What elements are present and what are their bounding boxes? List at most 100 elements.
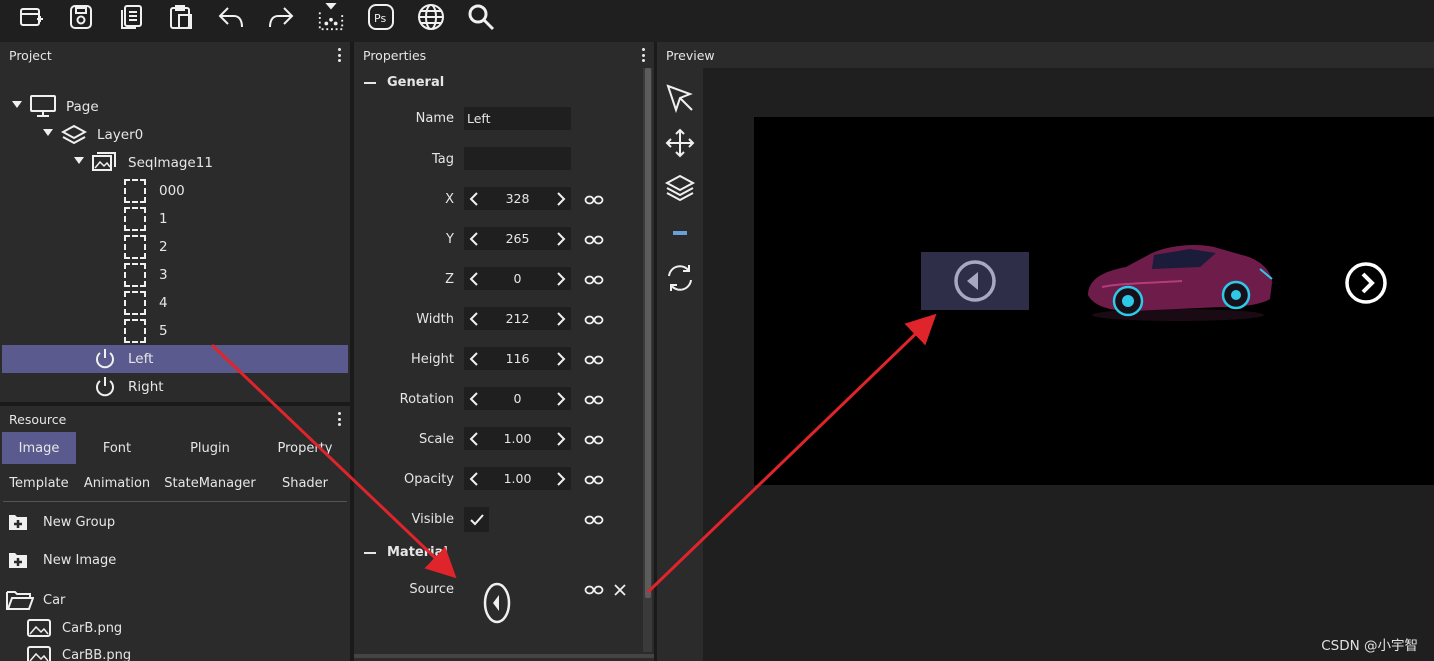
- increment-icon[interactable]: [551, 347, 571, 370]
- select-icon[interactable]: [663, 81, 697, 115]
- project-menu-icon[interactable]: [338, 48, 342, 62]
- decrement-icon[interactable]: [464, 467, 484, 490]
- link-icon[interactable]: [584, 584, 604, 596]
- tab-image[interactable]: Image: [2, 432, 76, 464]
- properties-scrollbar-thumb[interactable]: [645, 68, 651, 598]
- rotation-value[interactable]: 0: [484, 391, 551, 406]
- link-icon[interactable]: [584, 274, 604, 286]
- properties-hscrollbar[interactable]: [354, 654, 654, 658]
- tree-item-right[interactable]: Right: [0, 373, 350, 401]
- decrement-icon[interactable]: [464, 387, 484, 410]
- tab-template[interactable]: Template: [2, 467, 76, 499]
- properties-menu-icon[interactable]: [642, 48, 646, 62]
- expand-arrow-icon[interactable]: [74, 157, 84, 164]
- visible-checkbox[interactable]: [464, 507, 489, 532]
- web-icon[interactable]: [416, 2, 446, 32]
- increment-icon[interactable]: [551, 307, 571, 330]
- redo-icon[interactable]: [264, 2, 298, 32]
- decrement-icon[interactable]: [464, 227, 484, 250]
- scale-value[interactable]: 1.00: [484, 431, 551, 446]
- link-icon[interactable]: [584, 474, 604, 486]
- new-page-icon[interactable]: [16, 2, 46, 32]
- opacity-value[interactable]: 1.00: [484, 471, 551, 486]
- tree-item-frame[interactable]: 000: [0, 177, 350, 205]
- search-icon[interactable]: [466, 2, 496, 32]
- link-icon[interactable]: [584, 234, 604, 246]
- link-icon[interactable]: [584, 314, 604, 326]
- new-image-button[interactable]: New Image: [8, 550, 116, 570]
- decrement-icon[interactable]: [464, 267, 484, 290]
- link-icon[interactable]: [584, 354, 604, 366]
- tree-item-frame[interactable]: 4: [0, 289, 350, 317]
- tree-item-frame[interactable]: 2: [0, 233, 350, 261]
- z-stepper[interactable]: 0: [464, 267, 571, 290]
- increment-icon[interactable]: [551, 187, 571, 210]
- tab-statemanager[interactable]: StateManager: [160, 467, 260, 499]
- refresh-icon[interactable]: [663, 261, 697, 295]
- copy-icon[interactable]: [116, 2, 146, 32]
- image-file-icon: [27, 619, 51, 637]
- tab-font[interactable]: Font: [80, 432, 154, 464]
- resource-menu-icon[interactable]: [338, 412, 342, 426]
- x-value[interactable]: 328: [484, 191, 551, 206]
- section-material[interactable]: Material: [364, 545, 448, 560]
- y-value[interactable]: 265: [484, 231, 551, 246]
- expand-arrow-icon[interactable]: [43, 129, 53, 136]
- z-value[interactable]: 0: [484, 271, 551, 286]
- tab-property[interactable]: Property: [264, 432, 346, 464]
- height-value[interactable]: 116: [484, 351, 551, 366]
- preview-canvas[interactable]: [754, 117, 1434, 485]
- link-icon[interactable]: [584, 514, 604, 526]
- preview-right-button[interactable]: [1344, 261, 1388, 305]
- folder-car[interactable]: Car: [6, 589, 65, 611]
- photoshop-icon[interactable]: Ps: [366, 2, 396, 32]
- paste-icon[interactable]: [166, 2, 196, 32]
- tree-item-left[interactable]: Left: [2, 345, 348, 373]
- link-icon[interactable]: [584, 434, 604, 446]
- increment-icon[interactable]: [551, 427, 571, 450]
- section-general[interactable]: General: [364, 75, 444, 90]
- tree-item-seqimage11[interactable]: SeqImage11: [0, 149, 350, 177]
- increment-icon[interactable]: [551, 467, 571, 490]
- layers-icon[interactable]: [663, 171, 697, 205]
- tree-item-page[interactable]: Page: [0, 93, 350, 121]
- decrement-icon[interactable]: [464, 427, 484, 450]
- y-stepper[interactable]: 265: [464, 227, 571, 250]
- name-field[interactable]: Left: [464, 107, 571, 130]
- width-value[interactable]: 212: [484, 311, 551, 326]
- height-stepper[interactable]: 116: [464, 347, 571, 370]
- clear-source-icon[interactable]: [613, 583, 627, 597]
- grid-icon[interactable]: [663, 216, 697, 250]
- decrement-icon[interactable]: [464, 307, 484, 330]
- x-stepper[interactable]: 328: [464, 187, 571, 210]
- width-stepper[interactable]: 212: [464, 307, 571, 330]
- decrement-icon[interactable]: [464, 347, 484, 370]
- preview-left-button[interactable]: [921, 252, 1029, 310]
- new-group-button[interactable]: New Group: [8, 512, 115, 532]
- tab-animation[interactable]: Animation: [78, 467, 156, 499]
- opacity-stepper[interactable]: 1.00: [464, 467, 571, 490]
- source-thumbnail[interactable]: [483, 582, 511, 624]
- link-icon[interactable]: [584, 194, 604, 206]
- increment-icon[interactable]: [551, 267, 571, 290]
- export-icon[interactable]: [315, 0, 347, 34]
- increment-icon[interactable]: [551, 387, 571, 410]
- tree-item-layer0[interactable]: Layer0: [0, 121, 350, 149]
- increment-icon[interactable]: [551, 227, 571, 250]
- save-icon[interactable]: [66, 2, 96, 32]
- tab-shader[interactable]: Shader: [264, 467, 346, 499]
- expand-arrow-icon[interactable]: [12, 101, 22, 108]
- rotation-stepper[interactable]: 0: [464, 387, 571, 410]
- file-carb[interactable]: CarB.png: [27, 619, 122, 637]
- link-icon[interactable]: [584, 394, 604, 406]
- tree-item-frame[interactable]: 1: [0, 205, 350, 233]
- tree-item-frame[interactable]: 3: [0, 261, 350, 289]
- scale-stepper[interactable]: 1.00: [464, 427, 571, 450]
- undo-icon[interactable]: [214, 2, 248, 32]
- tree-item-frame[interactable]: 5: [0, 317, 350, 345]
- file-carbb[interactable]: CarBB.png: [27, 646, 131, 661]
- move-icon[interactable]: [663, 126, 697, 160]
- tag-field[interactable]: [464, 147, 571, 170]
- decrement-icon[interactable]: [464, 187, 484, 210]
- tab-plugin[interactable]: Plugin: [160, 432, 260, 464]
